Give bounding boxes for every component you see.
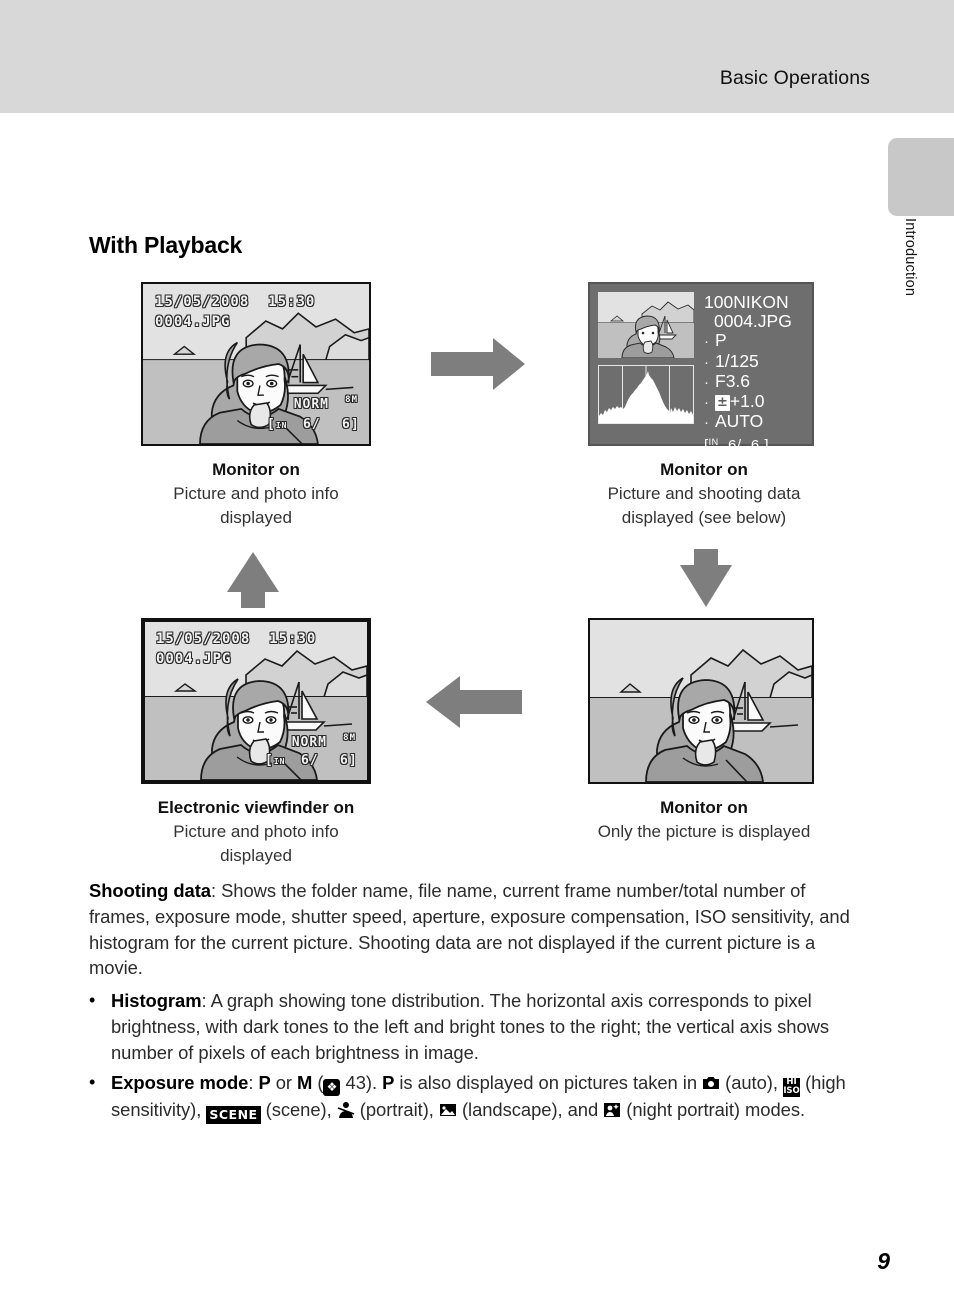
- lcd-datetime: 15/05/2008 15:30: [155, 294, 316, 310]
- arrow-up-left-icon: [227, 552, 279, 608]
- night-portrait-mode-icon: [603, 1100, 621, 1118]
- lcd-frame-current: 6/: [301, 753, 319, 768]
- bullet-exposure-mode: • Exposure mode: P or M (❖ 43). P is als…: [89, 1070, 869, 1124]
- histogram-description: : A graph showing tone distribution. The…: [111, 990, 830, 1063]
- bullet-marker-icon: •: [89, 990, 96, 1011]
- shooting-data-left-column: [598, 292, 694, 436]
- shooting-data-exposure-compensation: · ± +1.0: [704, 391, 765, 412]
- shooting-data-values: 100NIKON 0004.JPG · P · 1/125 · F3.6 · ± +1.0…: [704, 292, 804, 454]
- bullet-dot-icon: ·: [704, 394, 709, 412]
- shooting-data-file: 0004.JPG: [714, 311, 792, 332]
- lcd-quality: NORM: [293, 397, 329, 412]
- auto-camera-icon: [702, 1073, 720, 1091]
- high-sensitivity-icon: HI ISO: [783, 1076, 800, 1097]
- lcd-memory-indicator: [IN: [267, 417, 288, 432]
- lcd-quality: NORM: [291, 735, 327, 750]
- shooting-data-folder: 100NIKON: [704, 292, 789, 312]
- caption-bottom-right: Monitor on Only the picture is displayed: [566, 796, 842, 844]
- portrait-mode-icon: [337, 1100, 355, 1118]
- caption-top-left: Monitor on Picture and photo info displa…: [118, 458, 394, 530]
- lcd-image-size-icon: 8M: [345, 395, 358, 405]
- caption-bottom-left: Electronic viewfinder on Picture and pho…: [118, 796, 394, 868]
- bullet-histogram: • Histogram: A graph showing tone distri…: [89, 988, 869, 1065]
- shooting-data-thumbnail: [598, 292, 694, 358]
- shooting-data-frame-counter: [IN 6/ 6 ]: [704, 437, 770, 455]
- shooting-data-exposure-mode: · P: [704, 330, 727, 351]
- lcd-screen-photo-info: 15/05/2008 15:30 0004.JPG NORM 8M [IN 6/…: [141, 282, 371, 446]
- caption-body: Only the picture is displayed: [597, 822, 811, 841]
- lcd-filename: 0004.JPG: [155, 314, 231, 330]
- caption-title: Monitor on: [212, 460, 300, 479]
- bullet-dot-icon: ·: [704, 414, 709, 432]
- caption-title: Monitor on: [660, 798, 748, 817]
- scene-mode-icon: SCENE: [206, 1105, 261, 1124]
- lcd-datetime: 15/05/2008 15:30: [156, 631, 317, 647]
- lcd-frame-total: 6]: [340, 753, 358, 768]
- shooting-data-paragraph: Shooting data: Shows the folder name, fi…: [89, 878, 869, 981]
- page-header-band: [0, 0, 954, 113]
- lcd-screen-picture-only: [588, 618, 814, 784]
- bullet-dot-icon: ·: [704, 373, 709, 391]
- lcd-screen-shooting-data: 100NIKON 0004.JPG · P · 1/125 · F3.6 · ± +1.0…: [588, 282, 814, 454]
- lcd-frame-total: 6]: [342, 417, 360, 432]
- histogram-term: Histogram: [111, 990, 202, 1012]
- exposure-mode-description: Exposure mode: P or M (❖ 43). P is also …: [111, 1071, 846, 1124]
- figure-bottom-left: 15/05/2008 15:30 0004.JPG NORM 8M [IN 6/…: [141, 618, 371, 784]
- caption-body: Picture and photo info displayed: [173, 822, 339, 865]
- lcd-filename: 0004.JPG: [156, 651, 232, 667]
- landscape-mode-icon: [439, 1100, 457, 1118]
- memory-indicator-icon: IN: [708, 437, 719, 448]
- shooting-data-shutter-speed: · 1/125: [704, 350, 759, 371]
- page-number: 9: [877, 1248, 890, 1274]
- evf-screen-photo-info: 15/05/2008 15:30 0004.JPG NORM 8M [IN 6/…: [141, 618, 371, 784]
- caption-title: Monitor on: [660, 460, 748, 479]
- caption-title: Electronic viewfinder on: [157, 798, 355, 817]
- arrow-left-bottom-icon: [426, 676, 522, 728]
- lcd-frame-current: 6/: [303, 417, 321, 432]
- lcd-memory-indicator: [IN: [265, 753, 286, 768]
- lcd-image-size-icon: 8M: [343, 733, 356, 743]
- exposure-mode-term: Exposure mode: [111, 1071, 249, 1093]
- bullet-dot-icon: ·: [704, 333, 709, 351]
- arrow-down-right-icon: [680, 549, 732, 607]
- shooting-data-term: Shooting data: [89, 880, 211, 901]
- figure-bottom-right: [588, 618, 814, 784]
- section-heading: With Playback: [89, 232, 243, 258]
- arrow-right-top-icon: [431, 338, 525, 390]
- side-tab-marker: [888, 138, 954, 216]
- side-tab-label: Introduction: [902, 218, 918, 297]
- bullet-dot-icon: ·: [704, 353, 709, 371]
- shooting-data-iso: · AUTO: [704, 411, 764, 432]
- caption-top-right: Monitor on Picture and shooting data dis…: [566, 458, 842, 530]
- caption-body: Picture and shooting data displayed (see…: [607, 484, 801, 527]
- reference-book-icon: ❖: [323, 1078, 341, 1096]
- caption-body: Picture and photo info displayed: [173, 484, 339, 527]
- histogram-plot: [598, 365, 694, 424]
- scene-artwork: [590, 620, 812, 782]
- figure-top-right: 100NIKON 0004.JPG · P · 1/125 · F3.6 · ± +1.0…: [588, 282, 814, 454]
- figure-top-left: 15/05/2008 15:30 0004.JPG NORM 8M [IN 6/…: [141, 282, 371, 446]
- page-title: Basic Operations: [719, 67, 870, 89]
- exposure-compensation-icon: ±: [715, 395, 730, 412]
- shooting-data-aperture: · F3.6: [704, 370, 751, 391]
- body-copy: Shooting data: Shows the folder name, fi…: [89, 878, 869, 1128]
- bullet-marker-icon: •: [89, 1071, 96, 1092]
